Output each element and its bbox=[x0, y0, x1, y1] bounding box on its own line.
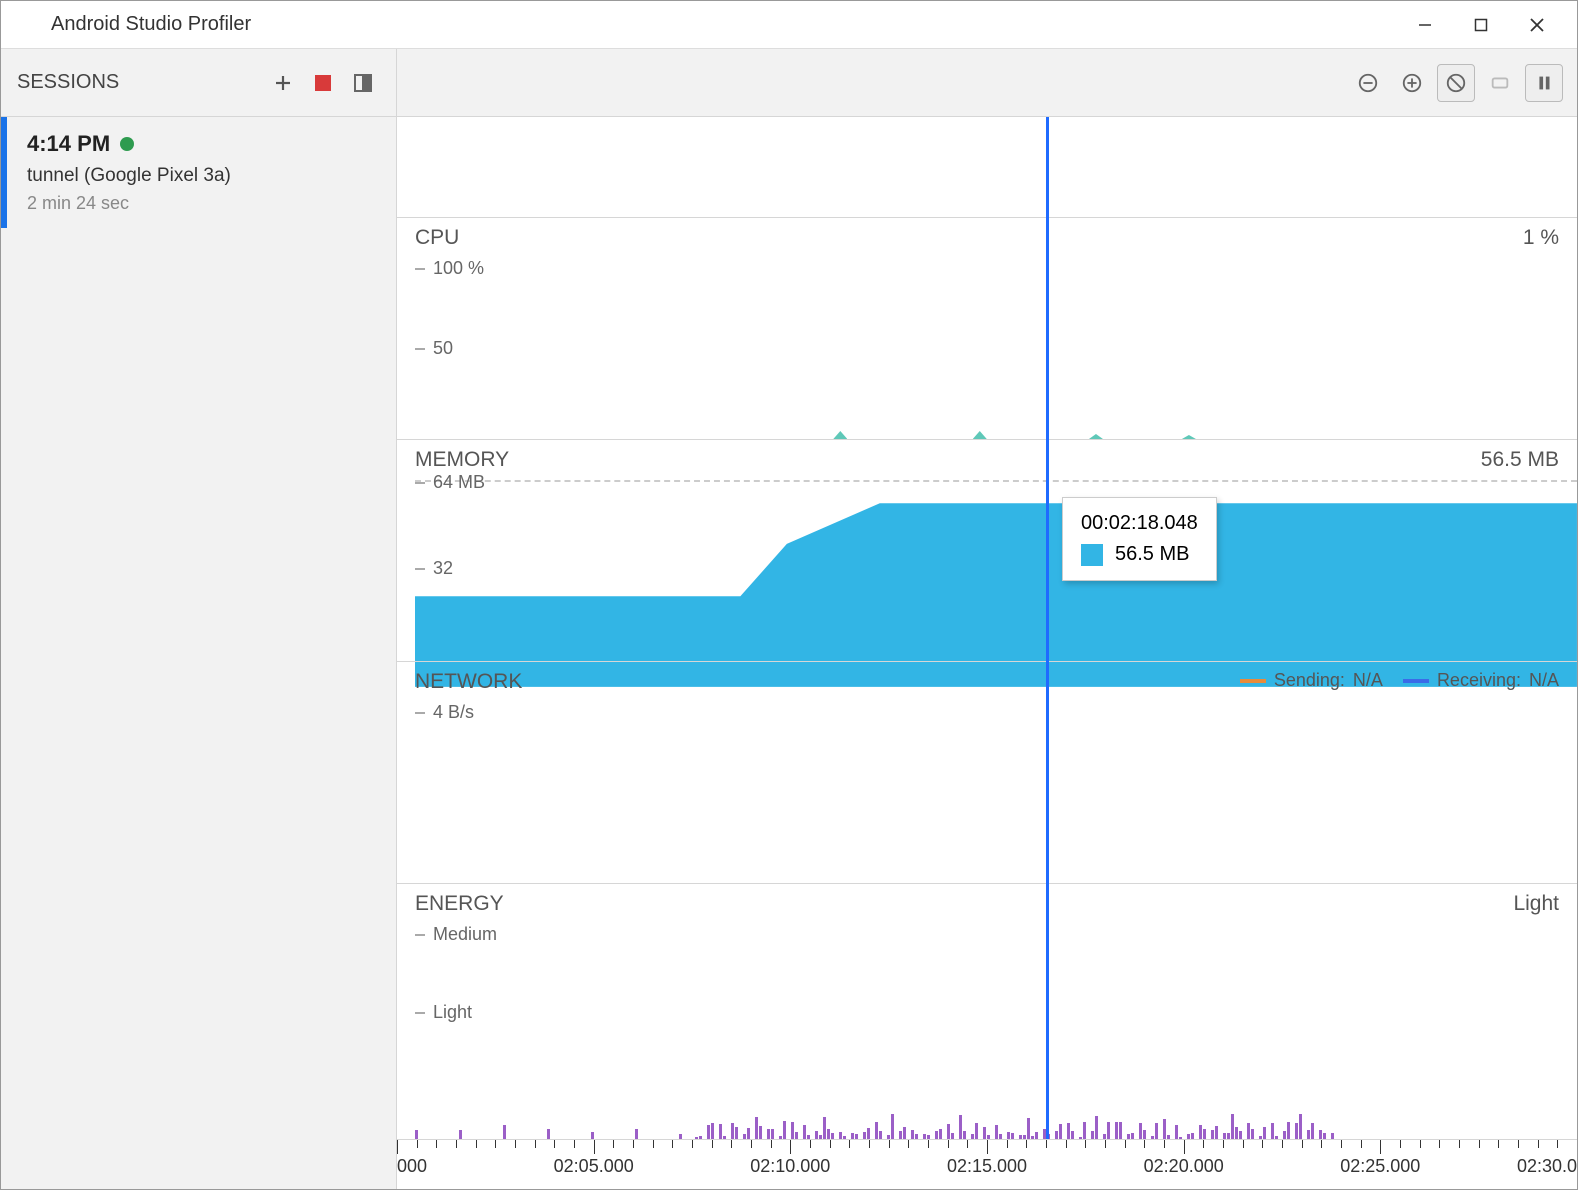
cpu-chart[interactable]: CPU 1 % 100 % 50 bbox=[397, 217, 1577, 439]
maximize-button[interactable] bbox=[1453, 5, 1509, 45]
time-axis-label: 02:30.0 bbox=[1517, 1156, 1577, 1177]
stop-icon bbox=[315, 75, 331, 91]
close-button[interactable] bbox=[1509, 5, 1565, 45]
network-ytick-4: 4 B/s bbox=[433, 702, 474, 723]
time-axis-label: 02:20.000 bbox=[1144, 1156, 1224, 1177]
panel-icon bbox=[354, 74, 372, 92]
time-axis-label: 02:15.000 bbox=[947, 1156, 1027, 1177]
memory-title: MEMORY bbox=[415, 448, 1481, 472]
tooltip-swatch-icon bbox=[1081, 544, 1103, 566]
pause-button[interactable] bbox=[1525, 64, 1563, 102]
network-title: NETWORK bbox=[415, 670, 1240, 694]
title-bar: Android Studio Profiler bbox=[1, 1, 1577, 49]
zoom-reset-button[interactable] bbox=[1437, 64, 1475, 102]
energy-title: ENERGY bbox=[415, 892, 1513, 916]
session-time-label: 4:14 PM bbox=[27, 131, 110, 157]
charts-area: 00:02:18.048 56.5 MB CPU 1 % 100 % 50 bbox=[397, 117, 1577, 1189]
tooltip-value: 56.5 MB bbox=[1115, 543, 1189, 566]
session-time: 4:14 PM bbox=[27, 131, 376, 157]
cpu-title: CPU bbox=[415, 226, 1523, 250]
sessions-title: SESSIONS bbox=[17, 71, 260, 94]
network-legend: Sending: N/A Receiving: N/A bbox=[1240, 670, 1559, 691]
sessions-sidebar: SESSIONS 4:14 PM tunnel (Google Pixel 3a… bbox=[1, 49, 397, 1189]
receiving-legend-icon bbox=[1403, 679, 1429, 683]
cpu-ytick-50: 50 bbox=[433, 338, 453, 359]
zoom-selection-button[interactable] bbox=[1481, 64, 1519, 102]
receiving-value: N/A bbox=[1529, 670, 1559, 691]
window-title: Android Studio Profiler bbox=[51, 13, 1397, 36]
sending-value: N/A bbox=[1353, 670, 1383, 691]
time-axis-label: 02:10.000 bbox=[750, 1156, 830, 1177]
status-dot-icon bbox=[120, 137, 134, 151]
memory-chart[interactable]: MEMORY 56.5 MB 64 MB 32 bbox=[397, 439, 1577, 661]
cpu-value: 1 % bbox=[1523, 226, 1559, 250]
time-axis[interactable]: 000 02:05.000 02:10.000 02:15.000 02:20.000 0… bbox=[397, 1139, 1577, 1189]
energy-ytick-light: Light bbox=[433, 1002, 472, 1023]
overview-strip[interactable] bbox=[397, 117, 1577, 217]
profiler-content: 00:02:18.048 56.5 MB CPU 1 % 100 % 50 bbox=[397, 49, 1577, 1189]
toggle-panel-button[interactable] bbox=[346, 66, 380, 100]
energy-value: Light bbox=[1513, 892, 1559, 916]
time-axis-label: 02:05.000 bbox=[554, 1156, 634, 1177]
network-chart[interactable]: NETWORK Sending: N/A Receiving: N/A 4 B/… bbox=[397, 661, 1577, 883]
session-name-device: tunnel (Google Pixel 3a) bbox=[27, 165, 376, 187]
stop-session-button[interactable] bbox=[306, 66, 340, 100]
time-axis-label: 02:25.000 bbox=[1340, 1156, 1420, 1177]
energy-bars bbox=[415, 1109, 1577, 1139]
minimize-button[interactable] bbox=[1397, 5, 1453, 45]
hover-tooltip: 00:02:18.048 56.5 MB bbox=[1062, 497, 1217, 581]
playhead-line[interactable] bbox=[1046, 117, 1049, 1139]
memory-value: 56.5 MB bbox=[1481, 448, 1559, 472]
receiving-label: Receiving: bbox=[1437, 670, 1521, 691]
memory-area bbox=[415, 480, 1577, 687]
sending-legend-icon bbox=[1240, 679, 1266, 683]
tooltip-time: 00:02:18.048 bbox=[1081, 512, 1198, 535]
sending-label: Sending: bbox=[1274, 670, 1345, 691]
energy-chart[interactable]: ENERGY Light Medium Light bbox=[397, 883, 1577, 1139]
profiler-toolbar bbox=[397, 49, 1577, 117]
session-item[interactable]: 4:14 PM tunnel (Google Pixel 3a) 2 min 2… bbox=[1, 117, 396, 228]
cpu-ytick-100: 100 % bbox=[433, 258, 484, 279]
add-session-button[interactable] bbox=[266, 66, 300, 100]
zoom-in-button[interactable] bbox=[1393, 64, 1431, 102]
zoom-out-button[interactable] bbox=[1349, 64, 1387, 102]
energy-ytick-medium: Medium bbox=[433, 924, 497, 945]
time-axis-label: 000 bbox=[397, 1156, 427, 1177]
session-duration: 2 min 24 sec bbox=[27, 193, 376, 214]
sessions-header: SESSIONS bbox=[1, 49, 396, 117]
